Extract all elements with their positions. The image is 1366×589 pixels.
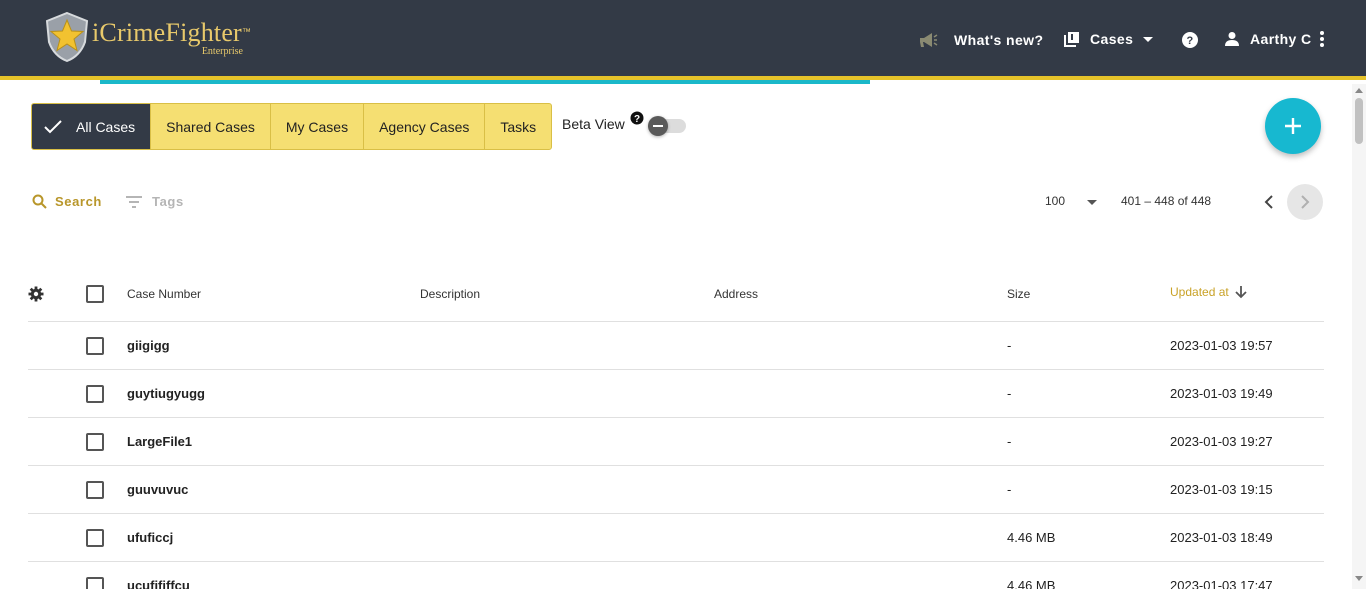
table-header: Case Number Description Address Size Upd… (28, 266, 1324, 322)
row-checkbox[interactable] (86, 433, 104, 451)
row-checkbox[interactable] (86, 337, 104, 355)
updated-at-cell: 2023-01-03 19:15 (1170, 482, 1273, 497)
next-page-button[interactable] (1287, 184, 1323, 220)
table-row[interactable]: ufuficcj 4.46 MB 2023-01-03 18:49 (28, 514, 1324, 562)
column-header-label: Updated at (1170, 285, 1229, 299)
updated-at-cell: 2023-01-03 19:27 (1170, 434, 1273, 449)
top-navbar: iCrimeFighter™ Enterprise What's new? Ca… (0, 0, 1366, 76)
add-case-button[interactable] (1265, 98, 1321, 154)
caret-down-icon (1143, 36, 1154, 42)
search-icon (32, 194, 47, 209)
table-row[interactable]: LargeFile1 - 2023-01-03 19:27 (28, 418, 1324, 466)
tags-filter-button[interactable]: Tags (126, 194, 184, 209)
column-header-address[interactable]: Address (714, 287, 758, 301)
chevron-right-icon (1298, 194, 1312, 210)
tab-all-cases[interactable]: All Cases (32, 104, 151, 149)
more-vert-icon[interactable] (1319, 31, 1324, 47)
search-label: Search (55, 194, 102, 209)
badge-star-icon (44, 11, 90, 63)
beta-view-toggle[interactable] (648, 116, 686, 136)
case-number-cell[interactable]: ucufififfcu (127, 578, 190, 589)
beta-help-icon[interactable]: ? (630, 111, 644, 130)
updated-at-cell: 2023-01-03 19:49 (1170, 386, 1273, 401)
case-number-cell[interactable]: guytiugyugg (127, 386, 205, 401)
table-row[interactable]: guytiugyugg - 2023-01-03 19:49 (28, 370, 1324, 418)
page-size-select[interactable]: 100 (1045, 194, 1065, 208)
case-filter-tabs: All Cases Shared Cases My Cases Agency C… (31, 103, 553, 150)
updated-at-cell: 2023-01-03 18:49 (1170, 530, 1273, 545)
row-checkbox[interactable] (86, 385, 104, 403)
help-button[interactable]: ? (1181, 31, 1199, 49)
row-checkbox[interactable] (86, 481, 104, 499)
logo-subtitle: Enterprise (201, 46, 243, 57)
tab-label: Agency Cases (379, 118, 470, 135)
page-size-caret-icon[interactable] (1087, 200, 1097, 205)
logo-name: iCrimeFighter (92, 18, 242, 47)
updated-at-cell: 2023-01-03 17:47 (1170, 578, 1273, 589)
table-row[interactable]: giigigg - 2023-01-03 19:57 (28, 322, 1324, 370)
person-icon (1224, 31, 1240, 47)
whats-new-label: What's new? (954, 32, 1044, 48)
pagination-range: 401 – 448 of 448 (1121, 194, 1212, 208)
tab-shared-cases[interactable]: Shared Cases (150, 104, 270, 149)
tags-label: Tags (152, 194, 184, 209)
cases-menu-label: Cases (1090, 31, 1134, 47)
case-number-cell[interactable]: LargeFile1 (127, 434, 192, 449)
column-header-size[interactable]: Size (1007, 287, 1030, 301)
scroll-thumb[interactable] (1355, 98, 1363, 144)
column-header-description[interactable]: Description (420, 287, 480, 301)
case-number-cell[interactable]: giigigg (127, 338, 170, 353)
svg-text:?: ? (634, 114, 640, 125)
size-cell: 4.46 MB (1007, 578, 1056, 589)
logo-tm: ™ (241, 26, 251, 37)
size-cell: 4.46 MB (1007, 530, 1056, 545)
tab-label: Shared Cases (166, 118, 255, 135)
filter-list-icon (126, 195, 142, 208)
column-header-updated-at[interactable]: Updated at (1170, 285, 1247, 299)
size-cell: - (1007, 482, 1012, 497)
whats-new-link[interactable]: What's new? (918, 31, 1043, 49)
megaphone-icon (918, 31, 938, 49)
plus-icon (1284, 117, 1302, 135)
scroll-down-arrow-icon[interactable] (1355, 576, 1363, 581)
size-cell: - (1007, 386, 1012, 401)
user-name: Aarthy C (1250, 31, 1312, 47)
gear-icon[interactable] (28, 286, 44, 307)
table-row[interactable]: guuvuvuc - 2023-01-03 19:15 (28, 466, 1324, 514)
tab-label: My Cases (285, 118, 349, 135)
size-cell: - (1007, 434, 1012, 449)
arrow-down-icon (1235, 285, 1247, 299)
size-cell: - (1007, 338, 1012, 353)
svg-text:?: ? (1186, 35, 1193, 47)
library-icon (1064, 31, 1080, 47)
scroll-up-arrow-icon[interactable] (1355, 88, 1363, 93)
table-row[interactable]: ucufififfcu 4.46 MB 2023-01-03 17:47 (28, 562, 1324, 589)
check-icon (44, 119, 62, 134)
previous-page-button[interactable] (1262, 194, 1276, 215)
tab-label: All Cases (76, 118, 136, 135)
app-logo[interactable]: iCrimeFighter™ Enterprise (44, 11, 251, 64)
search-button[interactable]: Search (32, 194, 102, 209)
toggle-knob (648, 116, 668, 136)
updated-at-cell: 2023-01-03 19:57 (1170, 338, 1273, 353)
tab-agency-cases[interactable]: Agency Cases (363, 104, 484, 149)
vertical-scrollbar[interactable] (1352, 84, 1366, 589)
tab-my-cases[interactable]: My Cases (269, 104, 363, 149)
case-number-cell[interactable]: ufuficcj (127, 530, 173, 545)
select-all-checkbox[interactable] (86, 285, 104, 303)
column-header-case-number[interactable]: Case Number (127, 287, 201, 301)
beta-view-label: Beta View (562, 116, 625, 132)
cases-menu[interactable]: Cases (1064, 31, 1154, 47)
user-menu[interactable]: Aarthy C (1224, 31, 1324, 47)
row-checkbox[interactable] (86, 577, 104, 589)
tab-tasks[interactable]: Tasks (484, 104, 551, 149)
case-number-cell[interactable]: guuvuvuc (127, 482, 188, 497)
help-icon: ? (1181, 31, 1199, 49)
chevron-left-icon (1262, 194, 1276, 210)
row-checkbox[interactable] (86, 529, 104, 547)
tab-label: Tasks (500, 118, 537, 135)
